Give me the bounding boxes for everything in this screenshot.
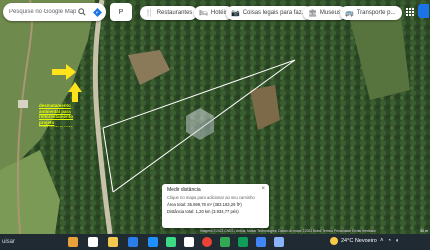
measure-title: Medir distância [167, 187, 201, 193]
total-distance: Distância total: 1,20 km (3.934,77 pés) [167, 209, 239, 214]
volume-icon[interactable]: ◖ [395, 238, 399, 244]
wifi-icon[interactable]: ◔ [388, 238, 392, 244]
app-icon-4[interactable] [256, 237, 266, 247]
system-tray[interactable]: ˄ ◔ ◖ [380, 238, 399, 244]
edge-icon[interactable] [148, 237, 158, 247]
hotel-icon: 🛏 [199, 10, 208, 17]
chip-label: Museus [319, 10, 341, 16]
apps-grid-icon[interactable] [404, 6, 416, 18]
annotation-text: desmatamento ambiental para reflorestame… [39, 103, 74, 127]
search-input[interactable]: Pesquise no Google Maps [9, 9, 76, 15]
building [18, 100, 28, 108]
measure-distance-panel: Medir distância Clique no mapa para adic… [162, 184, 269, 228]
chip-label: Transporte p... [356, 10, 396, 16]
close-icon[interactable]: × [261, 186, 265, 192]
avatar[interactable] [418, 4, 429, 18]
search-icon[interactable] [76, 6, 88, 18]
taskbar: uisar 24°C Nevoeiro ˄ ◔ ◖ [0, 234, 430, 250]
camera-icon: 📷 [231, 10, 240, 17]
chevron-up-icon[interactable]: ˄ [380, 238, 384, 244]
task-view-icon[interactable] [88, 237, 98, 247]
mail-icon[interactable] [128, 237, 138, 247]
measure-hint: Clique no mapa para adicionar ao seu cam… [167, 195, 255, 200]
chip-things-to-do[interactable]: 📷 Coisas legais para faz... [226, 6, 312, 20]
address-chip[interactable]: P [110, 3, 132, 21]
sun-icon [330, 237, 338, 245]
app-illustration-icon[interactable] [68, 237, 78, 247]
restaurant-icon: 🍴 [145, 10, 154, 17]
chip-transport[interactable]: 🚌 Transporte p... [340, 6, 402, 20]
bus-icon: 🚌 [345, 10, 354, 17]
chip-label: Restaurantes [156, 10, 193, 16]
app-icon-2[interactable] [220, 237, 230, 247]
app-icon-3[interactable] [238, 237, 248, 247]
scale-bar[interactable]: 50 m [420, 229, 428, 233]
museum-icon: 🏛 [308, 10, 317, 17]
directions-icon[interactable] [91, 6, 103, 18]
chip-label: Coisas legais para faz... [242, 10, 307, 16]
screen: Pesquise no Google Maps P 🍴 Restaurantes… [0, 0, 430, 250]
file-explorer-icon[interactable] [108, 237, 118, 247]
app-icon[interactable] [184, 237, 194, 247]
app-icon-5[interactable] [274, 237, 284, 247]
weather-widget[interactable]: 24°C Nevoeiro [330, 237, 377, 245]
taskbar-search-text: uisar [2, 239, 16, 245]
store-icon[interactable] [166, 237, 176, 247]
chip-restaurants[interactable]: 🍴 Restaurantes [140, 6, 198, 20]
chrome-icon[interactable] [202, 237, 212, 247]
weather-text: 24°C Nevoeiro [341, 238, 377, 244]
total-area: Área total: 35.599,78 m² (383.183,26 ft²… [167, 202, 242, 207]
search-box[interactable]: Pesquise no Google Maps [3, 3, 106, 21]
